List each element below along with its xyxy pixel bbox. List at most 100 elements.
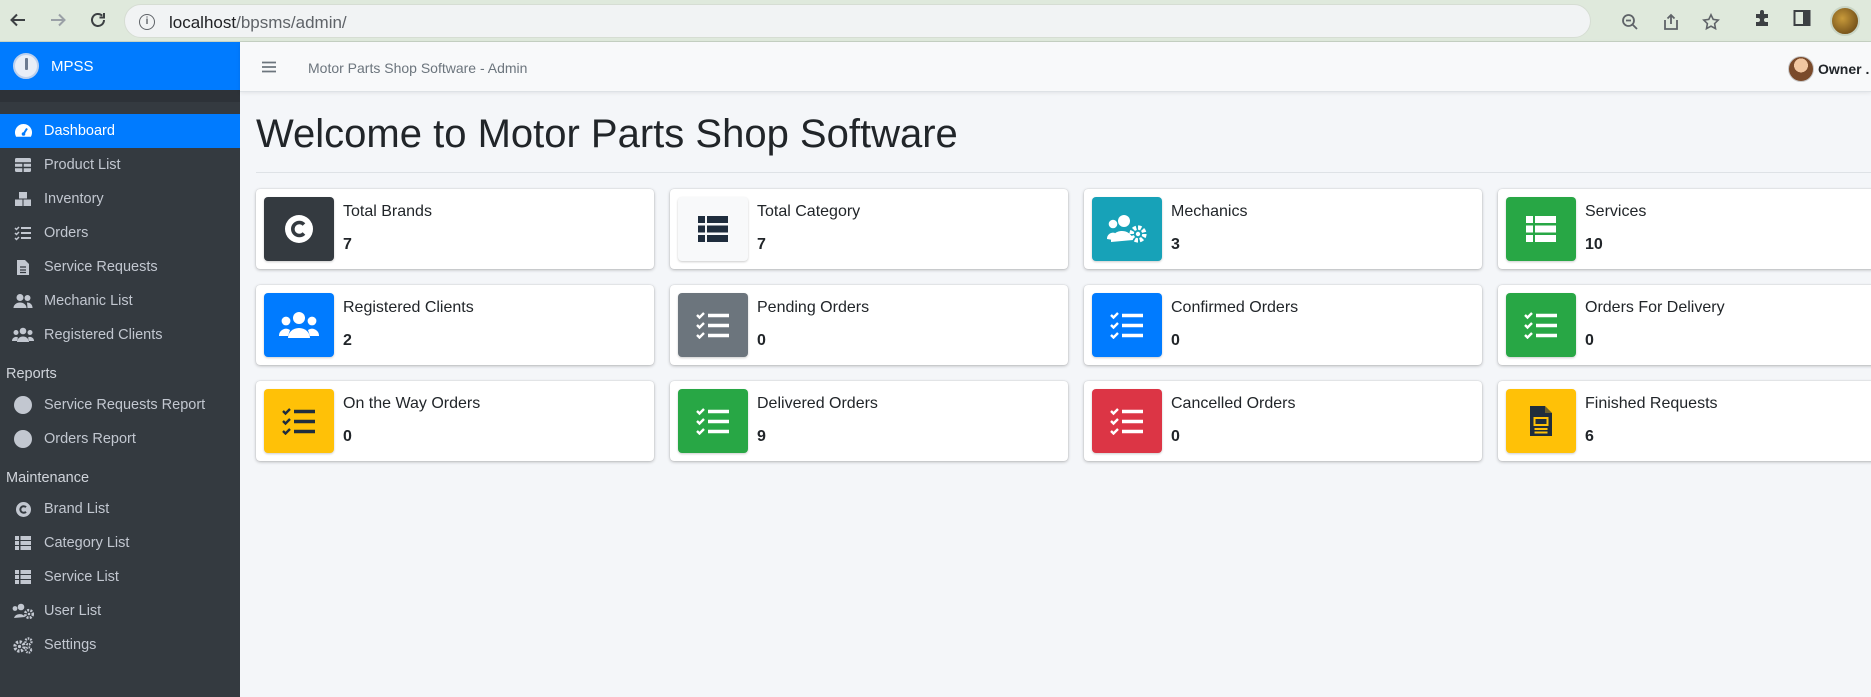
card-label: Confirmed Orders [1171, 299, 1299, 316]
card-label: Delivered Orders [757, 395, 878, 412]
card-value: 6 [1585, 428, 1594, 445]
card-label: Total Category [757, 203, 861, 220]
sidebar-item-label: Service List [44, 569, 119, 585]
menu-header-reports: Reports [6, 366, 57, 382]
info-box-delivered-orders[interactable]: Delivered Orders 9 [670, 381, 1068, 461]
sidebar-item-label: Registered Clients [44, 327, 163, 343]
sidebar-item-service-requests-report[interactable]: Service Requests Report [0, 388, 240, 422]
tasks-icon [1506, 293, 1576, 357]
site-info-icon[interactable]: i [139, 14, 155, 30]
extensions-puzzle-icon[interactable] [1752, 8, 1772, 34]
info-box-confirmed-orders[interactable]: Confirmed Orders 0 [1084, 285, 1482, 365]
sidebar-item-mechanic-list[interactable]: Mechanic List [0, 284, 240, 318]
browser-profile-avatar[interactable] [1830, 6, 1860, 36]
card-value: 0 [343, 428, 352, 445]
th-list-icon [678, 197, 748, 261]
info-box-finished-requests[interactable]: Finished Requests 6 [1498, 381, 1871, 461]
user-menu[interactable]: Owner . [1788, 56, 1869, 82]
sidebar-menu: Dashboard Product List Inventory Orders … [0, 114, 240, 662]
info-box-cancelled-orders[interactable]: Cancelled Orders 0 [1084, 381, 1482, 461]
brand-name: MPSS [51, 57, 94, 75]
user-friends-icon [12, 292, 34, 310]
card-value: 9 [757, 428, 766, 445]
card-value: 2 [343, 332, 352, 349]
file-icon [12, 258, 34, 276]
sidebar-item-service-list[interactable]: Service List [0, 560, 240, 594]
tasks-icon [1092, 293, 1162, 357]
tasks-icon [678, 293, 748, 357]
info-box-pending-orders[interactable]: Pending Orders 0 [670, 285, 1068, 365]
sidebar: MPSS Dashboard Product List Inventory Or… [0, 42, 240, 697]
info-box-orders-for-delivery[interactable]: Orders For Delivery 0 [1498, 285, 1871, 365]
brand-logo [13, 53, 39, 79]
cogs-icon [12, 636, 34, 654]
users-cog-icon [12, 602, 34, 620]
bookmark-star-icon[interactable] [1702, 12, 1720, 36]
top-navbar: Motor Parts Shop Software - Admin Owner … [240, 42, 1871, 92]
sidebar-item-label: Settings [44, 637, 97, 653]
zoom-icon[interactable] [1621, 13, 1639, 36]
sidebar-item-brand-list[interactable]: Brand List [0, 492, 240, 526]
reload-icon[interactable] [86, 8, 110, 32]
copyright-icon [264, 197, 334, 261]
menu-toggle-icon[interactable] [262, 58, 276, 78]
tasks-icon [678, 389, 748, 453]
info-box-services[interactable]: Services 10 [1498, 189, 1871, 269]
copyright-icon [12, 500, 34, 518]
card-value: 0 [1585, 332, 1594, 349]
tachometer-icon [12, 122, 34, 140]
sidebar-item-label: Product List [44, 157, 121, 173]
card-value: 3 [1171, 236, 1180, 253]
info-box-registered-clients[interactable]: Registered Clients 2 [256, 285, 654, 365]
th-list-icon [12, 534, 34, 552]
side-panel-icon[interactable] [1792, 8, 1812, 34]
sidebar-item-label: Service Requests [44, 259, 158, 275]
sidebar-item-label: Category List [44, 535, 130, 551]
users-icon [264, 293, 334, 357]
card-value: 7 [343, 236, 352, 253]
sidebar-item-label: Inventory [44, 191, 104, 207]
avatar [1788, 56, 1814, 82]
th-list-icon [1506, 197, 1576, 261]
card-value: 0 [757, 332, 766, 349]
sidebar-item-label: Brand List [44, 501, 110, 517]
brand-divider [0, 90, 240, 102]
card-value: 0 [1171, 332, 1180, 349]
card-label: Mechanics [1171, 203, 1248, 220]
forward-arrow-icon[interactable] [46, 8, 70, 32]
sidebar-item-orders[interactable]: Orders [0, 216, 240, 250]
sidebar-item-service-requests[interactable]: Service Requests [0, 250, 240, 284]
users-icon [12, 326, 34, 344]
card-label: Finished Requests [1585, 395, 1718, 412]
address-bar[interactable]: i localhost/bpsms/admin/ [124, 4, 1720, 38]
info-box-total-brands[interactable]: Total Brands 7 [256, 189, 654, 269]
card-value: 7 [757, 236, 766, 253]
card-label: Services [1585, 203, 1647, 220]
sidebar-item-category-list[interactable]: Category List [0, 526, 240, 560]
browser-toolbar: i localhost/bpsms/admin/ [0, 0, 1871, 42]
app-title: Motor Parts Shop Software - Admin [308, 60, 528, 76]
sidebar-item-user-list[interactable]: User List [0, 594, 240, 628]
info-box-mechanics[interactable]: Mechanics 3 [1084, 189, 1482, 269]
sidebar-item-orders-report[interactable]: Orders Report [0, 422, 240, 456]
info-box-on-the-way-orders[interactable]: On the Way Orders 0 [256, 381, 654, 461]
card-label: Orders For Delivery [1585, 299, 1725, 316]
sidebar-item-dashboard[interactable]: Dashboard [0, 114, 240, 148]
sidebar-item-label: Mechanic List [44, 293, 133, 309]
info-box-total-category[interactable]: Total Category 7 [670, 189, 1068, 269]
sidebar-item-inventory[interactable]: Inventory [0, 182, 240, 216]
sidebar-item-registered-clients[interactable]: Registered Clients [0, 318, 240, 352]
card-label: On the Way Orders [343, 395, 481, 412]
card-label: Cancelled Orders [1171, 395, 1296, 412]
card-value: 10 [1585, 236, 1603, 253]
sidebar-item-product-list[interactable]: Product List [0, 148, 240, 182]
circle-icon [12, 430, 34, 448]
menu-header-maintenance: Maintenance [6, 470, 90, 486]
sidebar-item-settings[interactable]: Settings [0, 628, 240, 662]
main-content: Welcome to Motor Parts Shop Software Tot… [240, 92, 1871, 697]
brand-link[interactable]: MPSS [0, 42, 240, 90]
url-text[interactable]: localhost/bpsms/admin/ [169, 13, 347, 33]
card-label: Pending Orders [757, 299, 870, 316]
share-icon[interactable] [1662, 13, 1680, 36]
back-arrow-icon[interactable] [6, 8, 30, 32]
